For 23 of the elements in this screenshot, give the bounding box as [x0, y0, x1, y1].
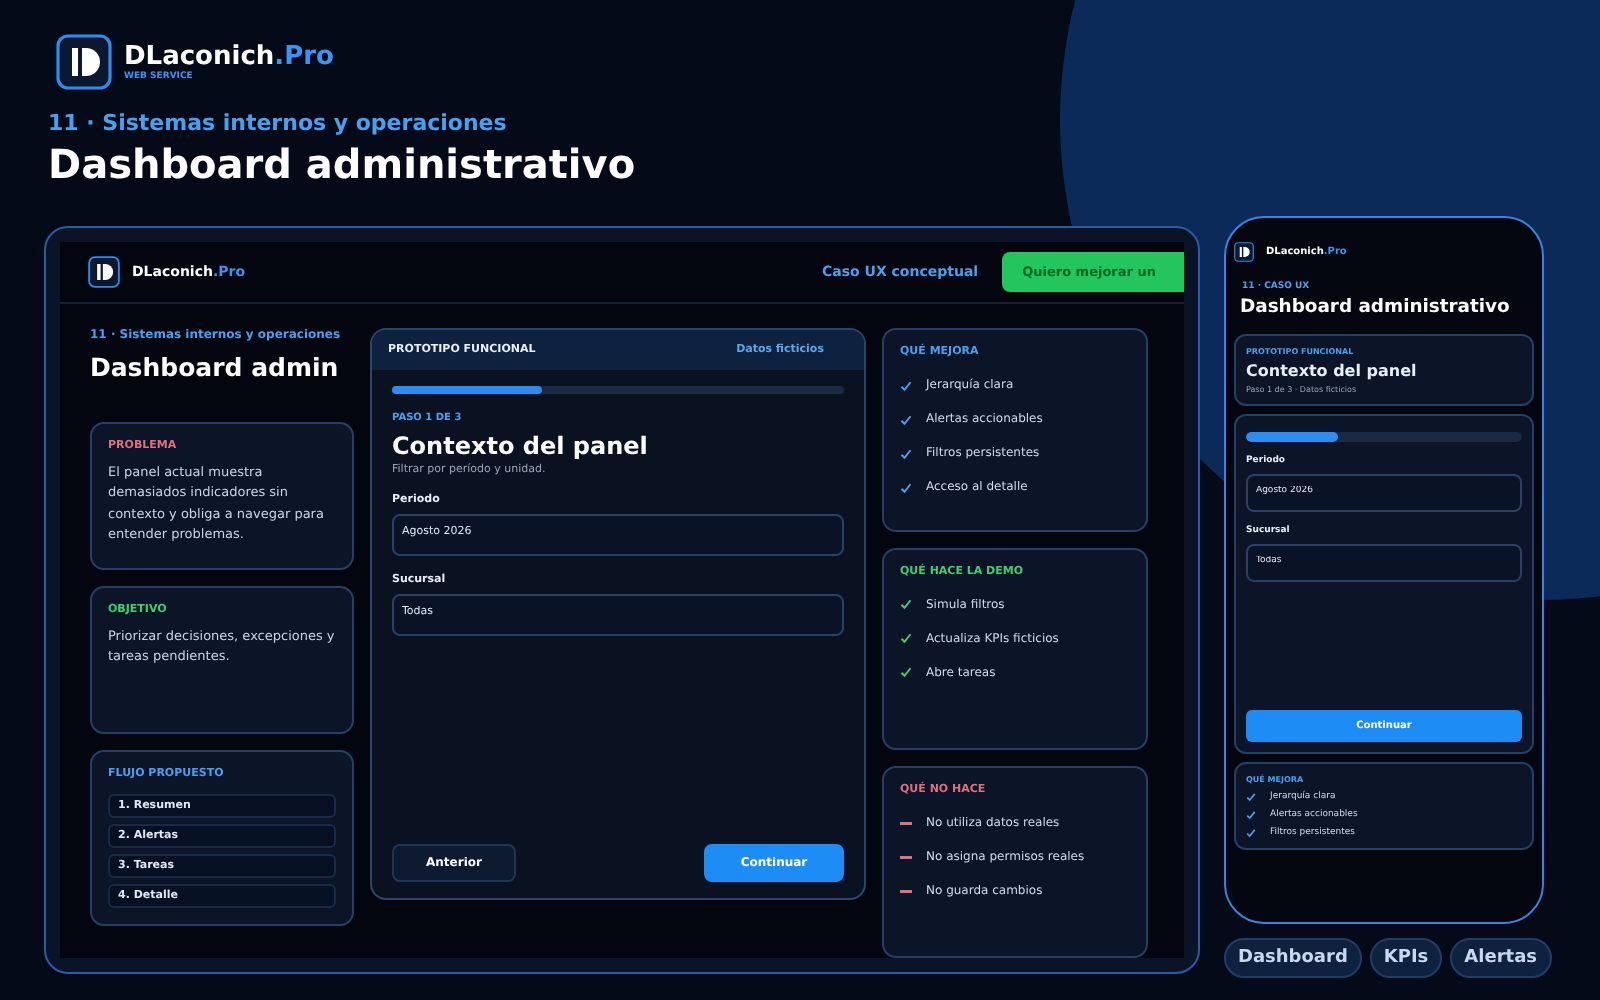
check-icon	[900, 598, 912, 611]
logo-icon	[1234, 242, 1254, 262]
dash-icon	[900, 822, 912, 826]
dash-icon	[900, 856, 912, 860]
check-icon	[900, 413, 912, 425]
check-icon	[900, 447, 912, 459]
check-icon	[900, 379, 912, 391]
tag-chip: Alertas	[1450, 938, 1551, 978]
panel-heading: Contexto del panel	[392, 432, 650, 460]
check-icon	[900, 481, 912, 493]
brand-name: DLaconich.Pro	[124, 42, 334, 72]
logo-icon	[56, 34, 112, 90]
tag-chip: Dashboard	[1224, 938, 1362, 978]
dash-icon	[900, 890, 912, 894]
page-title: Dashboard administrativo	[48, 140, 638, 188]
tag-chip: KPIs	[1369, 938, 1443, 978]
page-title: Dashboard admin	[90, 352, 341, 382]
card-heading: Contexto del panel	[1246, 362, 1419, 380]
logo-icon	[88, 256, 120, 288]
page-title: Dashboard administrativo	[1238, 296, 1512, 318]
check-icon	[900, 632, 912, 645]
check-icon	[900, 666, 912, 679]
section-eyebrow: 11 · Sistemas internos y operaciones	[46, 110, 509, 136]
